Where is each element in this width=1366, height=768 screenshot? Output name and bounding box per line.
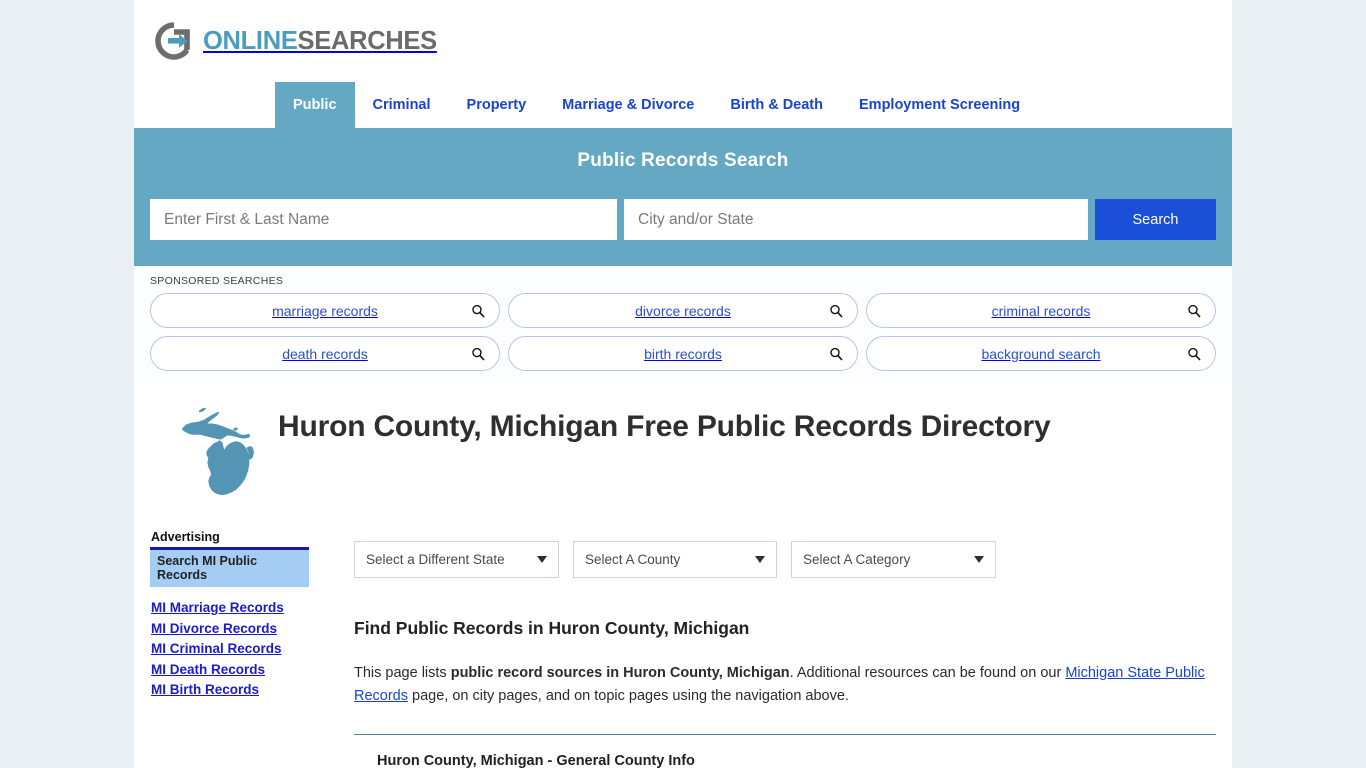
filter-dropdowns: Select a Different State Select A County… <box>351 541 1216 578</box>
sponsored-pill-criminal-records[interactable]: criminal records <box>866 293 1216 328</box>
sponsored-pill-birth-records[interactable]: birth records <box>508 336 858 371</box>
section-divider <box>354 734 1216 735</box>
content-container: ONLINESEARCHES Public Criminal Property … <box>134 0 1232 768</box>
sponsored-pill-label: birth records <box>644 345 722 362</box>
sidebar-link-mi-death-records[interactable]: MI Death Records <box>150 660 322 681</box>
site-logo[interactable]: ONLINESEARCHES <box>154 21 437 61</box>
paragraph-text-part3: page, on city pages, and on topic pages … <box>408 687 849 704</box>
search-form: Search <box>150 199 1216 240</box>
sponsored-pill-death-records[interactable]: death records <box>150 336 500 371</box>
nav-tab-employment-screening[interactable]: Employment Screening <box>841 82 1038 128</box>
sidebar-link-mi-birth-records[interactable]: MI Birth Records <box>150 680 322 701</box>
circle-arrow-logo-icon <box>154 21 194 61</box>
sponsored-pill-marriage-records[interactable]: marriage records <box>150 293 500 328</box>
nav-tab-marriage-divorce[interactable]: Marriage & Divorce <box>544 82 712 128</box>
sidebar-link-mi-criminal-records[interactable]: MI Criminal Records <box>150 639 322 660</box>
paragraph-text-part1: This page lists <box>354 665 451 681</box>
chevron-down-icon <box>755 556 765 563</box>
logo-text-searches: SEARCHES <box>297 26 438 55</box>
main-navigation: Public Criminal Property Marriage & Divo… <box>134 82 1232 128</box>
search-icon <box>829 304 843 318</box>
city-state-search-input[interactable] <box>624 199 1088 240</box>
sidebar-ad-heading: Search MI Public Records <box>150 550 309 587</box>
search-icon <box>829 347 843 361</box>
main-body: Advertising Search MI Public Records MI … <box>134 516 1232 768</box>
category-select[interactable]: Select A Category <box>791 541 996 578</box>
sponsored-searches-section: SPONSORED SEARCHES marriage records divo… <box>134 266 1232 385</box>
public-records-search-panel: Public Records Search Search <box>134 128 1232 266</box>
nav-tab-birth-death[interactable]: Birth & Death <box>712 82 841 128</box>
paragraph-text-part2: . Additional resources can be found on o… <box>789 665 1066 681</box>
sponsored-row-1: marriage records divorce records crimina… <box>150 293 1216 328</box>
sponsored-pill-background-search[interactable]: background search <box>866 336 1216 371</box>
search-icon <box>471 347 485 361</box>
county-select-value: Select A County <box>585 552 681 567</box>
advertising-label: Advertising <box>151 530 220 544</box>
page-title: Huron County, Michigan Free Public Recor… <box>278 410 1051 443</box>
sidebar: Advertising Search MI Public Records MI … <box>150 516 322 768</box>
sponsored-pill-label: marriage records <box>272 302 378 319</box>
state-select[interactable]: Select a Different State <box>354 541 559 578</box>
general-county-info-heading: Huron County, Michigan - General County … <box>377 753 695 768</box>
intro-paragraph: This page lists public record sources in… <box>354 662 1209 707</box>
chevron-down-icon <box>974 556 984 563</box>
nav-tab-public[interactable]: Public <box>275 82 355 128</box>
sponsored-pill-label: criminal records <box>991 302 1091 319</box>
sponsored-pill-label: death records <box>282 345 368 362</box>
name-search-input[interactable] <box>150 199 617 240</box>
search-icon <box>1187 304 1201 318</box>
page-root: ONLINESEARCHES Public Criminal Property … <box>0 0 1366 768</box>
site-header: ONLINESEARCHES <box>134 0 1232 82</box>
page-title-row: Huron County, Michigan Free Public Recor… <box>134 385 1232 516</box>
search-panel-title: Public Records Search <box>577 150 789 171</box>
logo-text-online: ONLINE <box>203 26 298 55</box>
search-button[interactable]: Search <box>1095 199 1216 240</box>
michigan-state-outline-icon <box>134 400 254 516</box>
category-select-value: Select A Category <box>803 552 911 567</box>
sponsored-row-2: death records birth records background s… <box>150 336 1216 371</box>
search-icon <box>471 304 485 318</box>
sponsored-pill-label: background search <box>981 345 1101 362</box>
nav-tab-criminal[interactable]: Criminal <box>355 82 449 128</box>
section-heading: Find Public Records in Huron County, Mic… <box>354 618 750 638</box>
chevron-down-icon <box>537 556 547 563</box>
main-content: Select a Different State Select A County… <box>322 516 1216 768</box>
sidebar-link-mi-divorce-records[interactable]: MI Divorce Records <box>150 619 322 640</box>
sidebar-link-list: MI Marriage Records MI Divorce Records M… <box>150 598 322 701</box>
sponsored-searches-label: SPONSORED SEARCHES <box>150 275 284 287</box>
search-icon <box>1187 347 1201 361</box>
paragraph-bold-phrase: public record sources in Huron County, M… <box>450 665 790 681</box>
sponsored-pill-divorce-records[interactable]: divorce records <box>508 293 858 328</box>
sidebar-link-mi-marriage-records[interactable]: MI Marriage Records <box>150 598 322 619</box>
state-select-value: Select a Different State <box>366 552 505 567</box>
nav-tab-property[interactable]: Property <box>449 82 545 128</box>
sponsored-pill-label: divorce records <box>635 302 731 319</box>
logo-wordmark: ONLINESEARCHES <box>203 27 437 56</box>
county-select[interactable]: Select A County <box>573 541 777 578</box>
